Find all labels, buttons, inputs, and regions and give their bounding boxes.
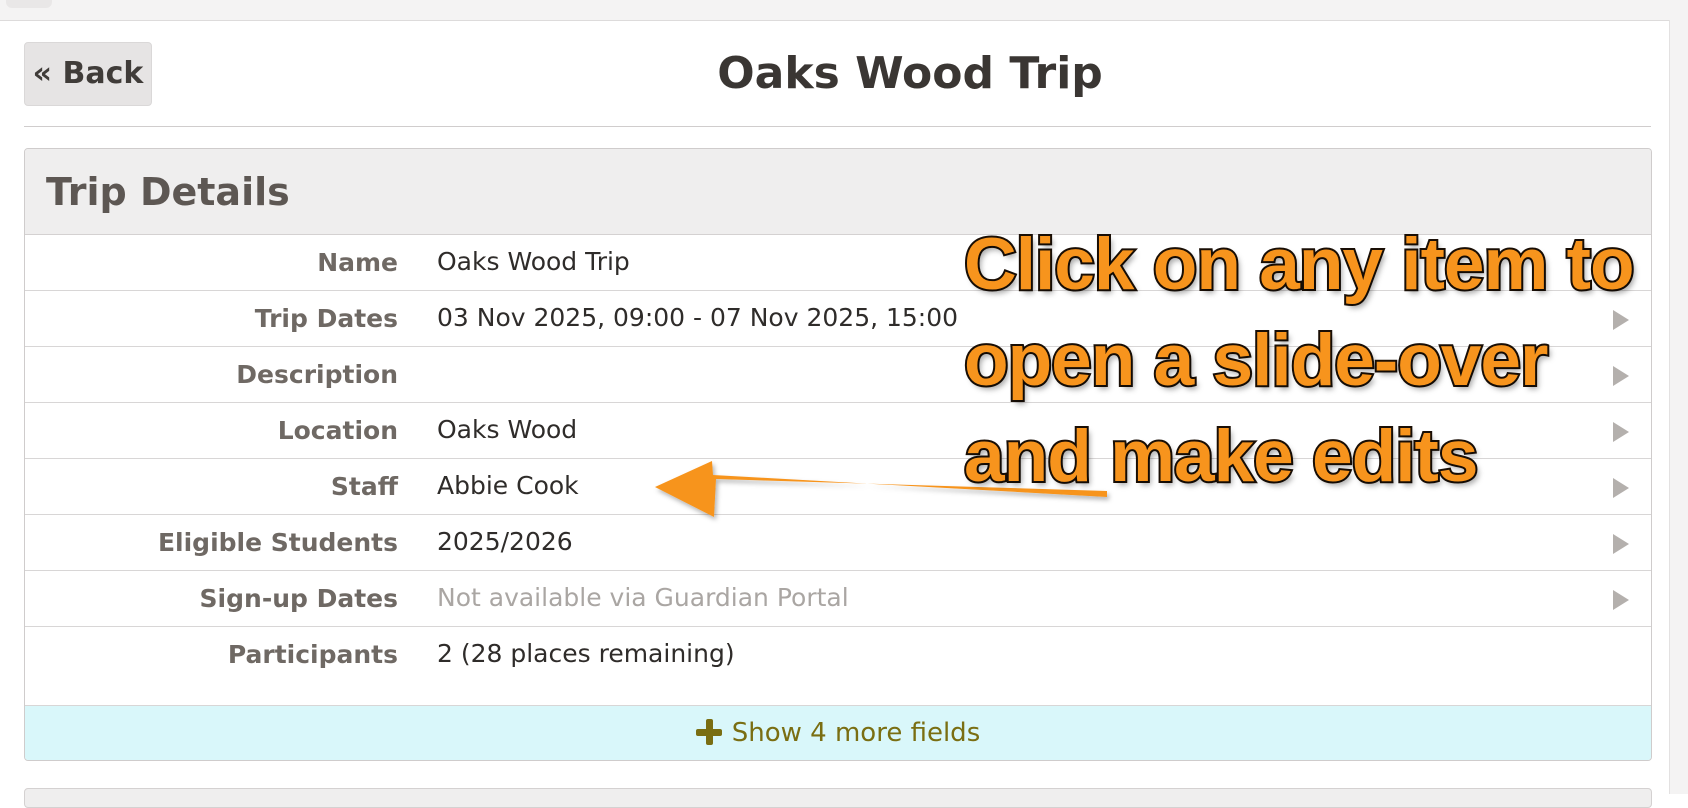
annotation-line: and make edits (962, 414, 1480, 499)
field-row-participants: Participants 2 (28 places remaining) (25, 627, 1651, 706)
field-label: Name (317, 248, 398, 277)
annotation-line: Click on any item to (962, 222, 1637, 307)
field-row-eligible-students[interactable]: Eligible Students 2025/2026 (25, 515, 1651, 571)
field-label: Participants (227, 640, 398, 669)
field-value: 2025/2026 (437, 527, 573, 556)
field-label: Trip Dates (254, 304, 398, 333)
annotation-callout: Click on any item to open a slide-over a… (962, 217, 1664, 505)
field-value: Oaks Wood Trip (437, 247, 630, 276)
field-label: Location (277, 416, 398, 445)
page-title: Oaks Wood Trip (717, 48, 1103, 99)
field-label: Description (236, 360, 398, 389)
top-toolbar-strip (0, 0, 1688, 21)
toolbar-tab-stub (6, 0, 52, 8)
chevron-right-icon (1613, 534, 1629, 554)
show-more-label: Show 4 more fields (731, 718, 981, 748)
field-row-sign-up-dates[interactable]: Sign-up Dates Not available via Guardian… (25, 571, 1651, 627)
next-panel-edge (24, 788, 1652, 808)
field-label: Eligible Students (157, 528, 398, 557)
field-label: Staff (330, 472, 398, 501)
chevron-right-icon (1613, 590, 1629, 610)
field-value: 2 (28 places remaining) (437, 639, 735, 668)
field-label: Sign-up Dates (199, 584, 398, 613)
field-value: Abbie Cook (437, 471, 579, 500)
field-value: Oaks Wood (437, 415, 578, 444)
annotation-line: open a slide-over (962, 318, 1550, 403)
show-more-fields-button[interactable]: Show 4 more fields (25, 706, 1651, 760)
right-scroll-edge (1669, 20, 1688, 794)
plus-icon (695, 719, 722, 745)
field-value: 03 Nov 2025, 09:00 - 07 Nov 2025, 15:00 (437, 303, 959, 332)
title-divider (24, 126, 1651, 127)
field-value: Not available via Guardian Portal (437, 583, 849, 612)
